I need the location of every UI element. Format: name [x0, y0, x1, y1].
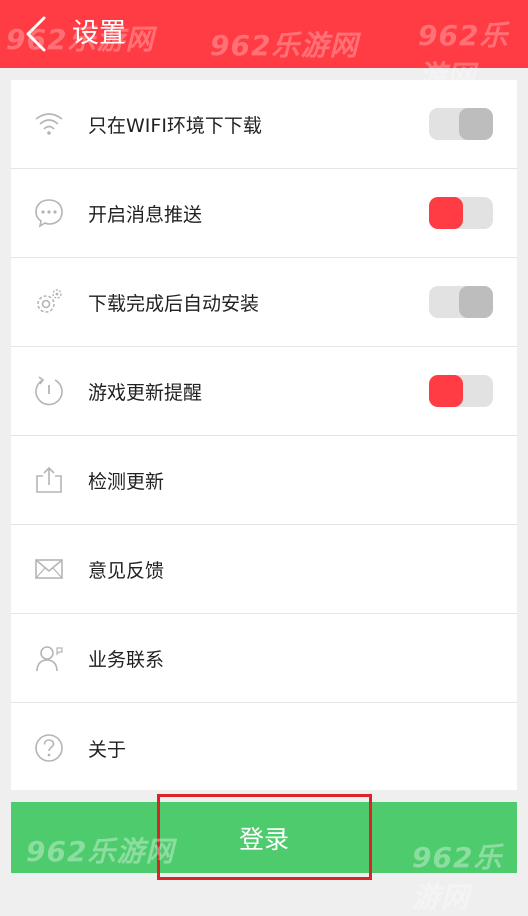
envelope-icon — [35, 559, 63, 579]
toggle-knob — [459, 108, 493, 140]
action-label: 业务联系 — [88, 648, 165, 671]
setting-row-wifi-only[interactable]: 只在WIFI环境下下载 — [11, 80, 517, 169]
setting-label: 只在WIFI环境下下载 — [88, 114, 262, 137]
action-row-business-contact[interactable]: 业务联系 — [11, 614, 517, 703]
action-label: 检测更新 — [88, 470, 165, 493]
page-title: 设置 — [72, 18, 126, 49]
auto-install-toggle[interactable] — [429, 286, 493, 318]
setting-label: 游戏更新提醒 — [88, 381, 203, 404]
setting-label: 下载完成后自动安装 — [88, 292, 260, 315]
refresh-icon — [35, 376, 63, 406]
settings-list: 只在WIFI环境下下载 开启消息推送 下载完成后自动安装 游戏更新提醒 检测更新… — [11, 80, 517, 790]
setting-row-auto-install[interactable]: 下载完成后自动安装 — [11, 258, 517, 347]
action-label: 意见反馈 — [88, 559, 165, 582]
action-label: 关于 — [88, 738, 127, 761]
toggle-knob — [429, 197, 463, 229]
back-arrow-icon[interactable] — [24, 16, 48, 52]
wifi-icon — [35, 113, 63, 135]
setting-label: 开启消息推送 — [88, 203, 203, 226]
header-bar: 设置 — [0, 0, 528, 68]
game-update-reminder-toggle[interactable] — [429, 375, 493, 407]
question-icon — [35, 734, 63, 762]
action-row-feedback[interactable]: 意见反馈 — [11, 525, 517, 614]
wifi-only-toggle[interactable] — [429, 108, 493, 140]
toggle-knob — [429, 375, 463, 407]
login-button[interactable]: 登录 — [11, 802, 517, 873]
message-bubble-icon — [35, 199, 63, 228]
gear-icon — [37, 289, 62, 313]
push-notifications-toggle[interactable] — [429, 197, 493, 229]
setting-row-push-notifications[interactable]: 开启消息推送 — [11, 169, 517, 258]
action-row-check-update[interactable]: 检测更新 — [11, 436, 517, 525]
contact-person-icon — [36, 646, 63, 672]
setting-row-game-update-reminder[interactable]: 游戏更新提醒 — [11, 347, 517, 436]
upload-icon — [36, 466, 62, 493]
toggle-knob — [459, 286, 493, 318]
action-row-about[interactable]: 关于 — [11, 703, 517, 793]
